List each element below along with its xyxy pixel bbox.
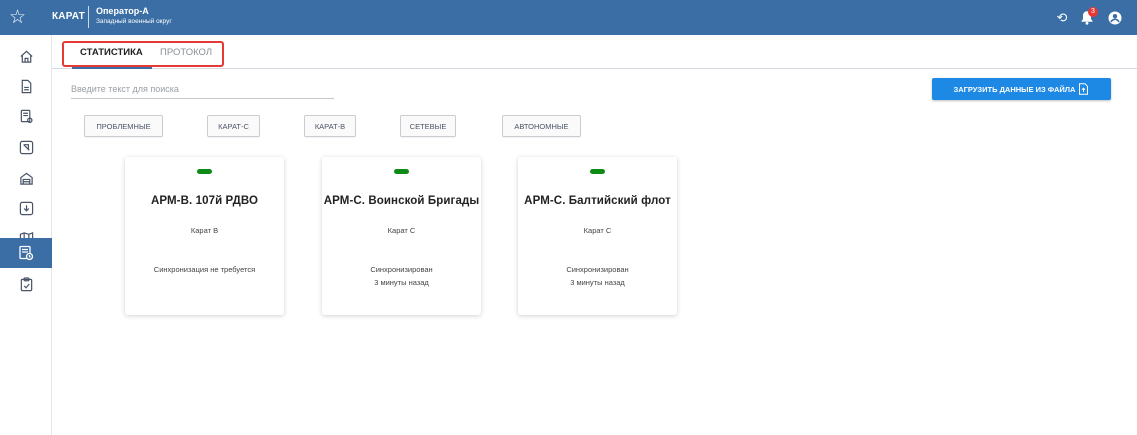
filter-karat-v[interactable]: КАРАТ-В	[304, 115, 356, 137]
card-title: АРМ-В. 107й РДВО	[150, 195, 259, 207]
sync-icon[interactable]: ⟲	[1052, 0, 1072, 35]
workstation-card[interactable]: АРМ-С. Воинской Бригады Карат С Синхрони…	[322, 157, 481, 315]
active-tab-indicator	[72, 67, 152, 69]
building-icon[interactable]	[6, 165, 46, 191]
sidebar	[0, 35, 52, 435]
card-type: Карат С	[583, 226, 612, 235]
search-placeholder: Введите текст для поиска	[71, 84, 179, 94]
sync-time: 3 минуты назад	[570, 278, 625, 287]
card-title: АРМ-С. Воинской Бригады	[323, 195, 480, 207]
filter-autonomous[interactable]: АВТОНОМНЫЕ	[502, 115, 581, 137]
filter-network[interactable]: СЕТЕВЫЕ	[400, 115, 456, 137]
app-brand: КАРАТ	[52, 11, 85, 22]
brand-divider	[88, 6, 89, 28]
pointer-icon[interactable]	[6, 134, 46, 160]
download-icon[interactable]	[6, 195, 46, 221]
file-upload-icon	[1078, 83, 1089, 95]
bell-icon[interactable]	[1076, 0, 1098, 35]
status-indicator	[394, 169, 409, 174]
card-type: Карат С	[387, 226, 416, 235]
notification-badge: 3	[1088, 7, 1098, 17]
tab-protocol[interactable]: ПРОТОКОЛ	[160, 47, 212, 58]
account-icon[interactable]	[1103, 0, 1127, 35]
report-icon[interactable]	[6, 103, 46, 129]
status-indicator	[197, 169, 212, 174]
clipboard-icon[interactable]	[6, 271, 46, 297]
filter-problem[interactable]: ПРОБЛЕМНЫЕ	[84, 115, 163, 137]
card-type: Карат В	[190, 226, 219, 235]
operator-district: Западный военный округ	[96, 18, 172, 25]
card-title: АРМ-С. Балтийский флот	[524, 195, 671, 207]
sync-status: Синхронизирован	[370, 265, 433, 274]
tab-statistics[interactable]: СТАТИСТИКА	[80, 47, 143, 58]
upload-file-button[interactable]: ЗАГРУЗИТЬ ДАННЫЕ ИЗ ФАЙЛА	[932, 78, 1111, 100]
star-icon[interactable]: ☆	[0, 0, 35, 35]
status-indicator	[590, 169, 605, 174]
sync-status: Синхронизирован	[566, 265, 629, 274]
filter-karat-s[interactable]: КАРАТ-С	[207, 115, 260, 137]
top-bar: ☆ КАРАТ Оператор-А Западный военный окру…	[0, 0, 1137, 35]
document-icon[interactable]	[6, 73, 46, 99]
operator-name: Оператор-А	[96, 6, 149, 16]
workstation-card[interactable]: АРМ-С. Балтийский флот Карат С Синхрониз…	[518, 157, 677, 315]
sync-time: 3 минуты назад	[374, 278, 429, 287]
statistics-icon[interactable]	[0, 238, 52, 268]
upload-button-label: ЗАГРУЗИТЬ ДАННЫЕ ИЗ ФАЙЛА	[953, 84, 1076, 94]
home-icon[interactable]	[6, 43, 46, 69]
sync-status: Синхронизация не требуется	[153, 265, 256, 274]
workstation-card[interactable]: АРМ-В. 107й РДВО Карат В Синхронизация н…	[125, 157, 284, 315]
